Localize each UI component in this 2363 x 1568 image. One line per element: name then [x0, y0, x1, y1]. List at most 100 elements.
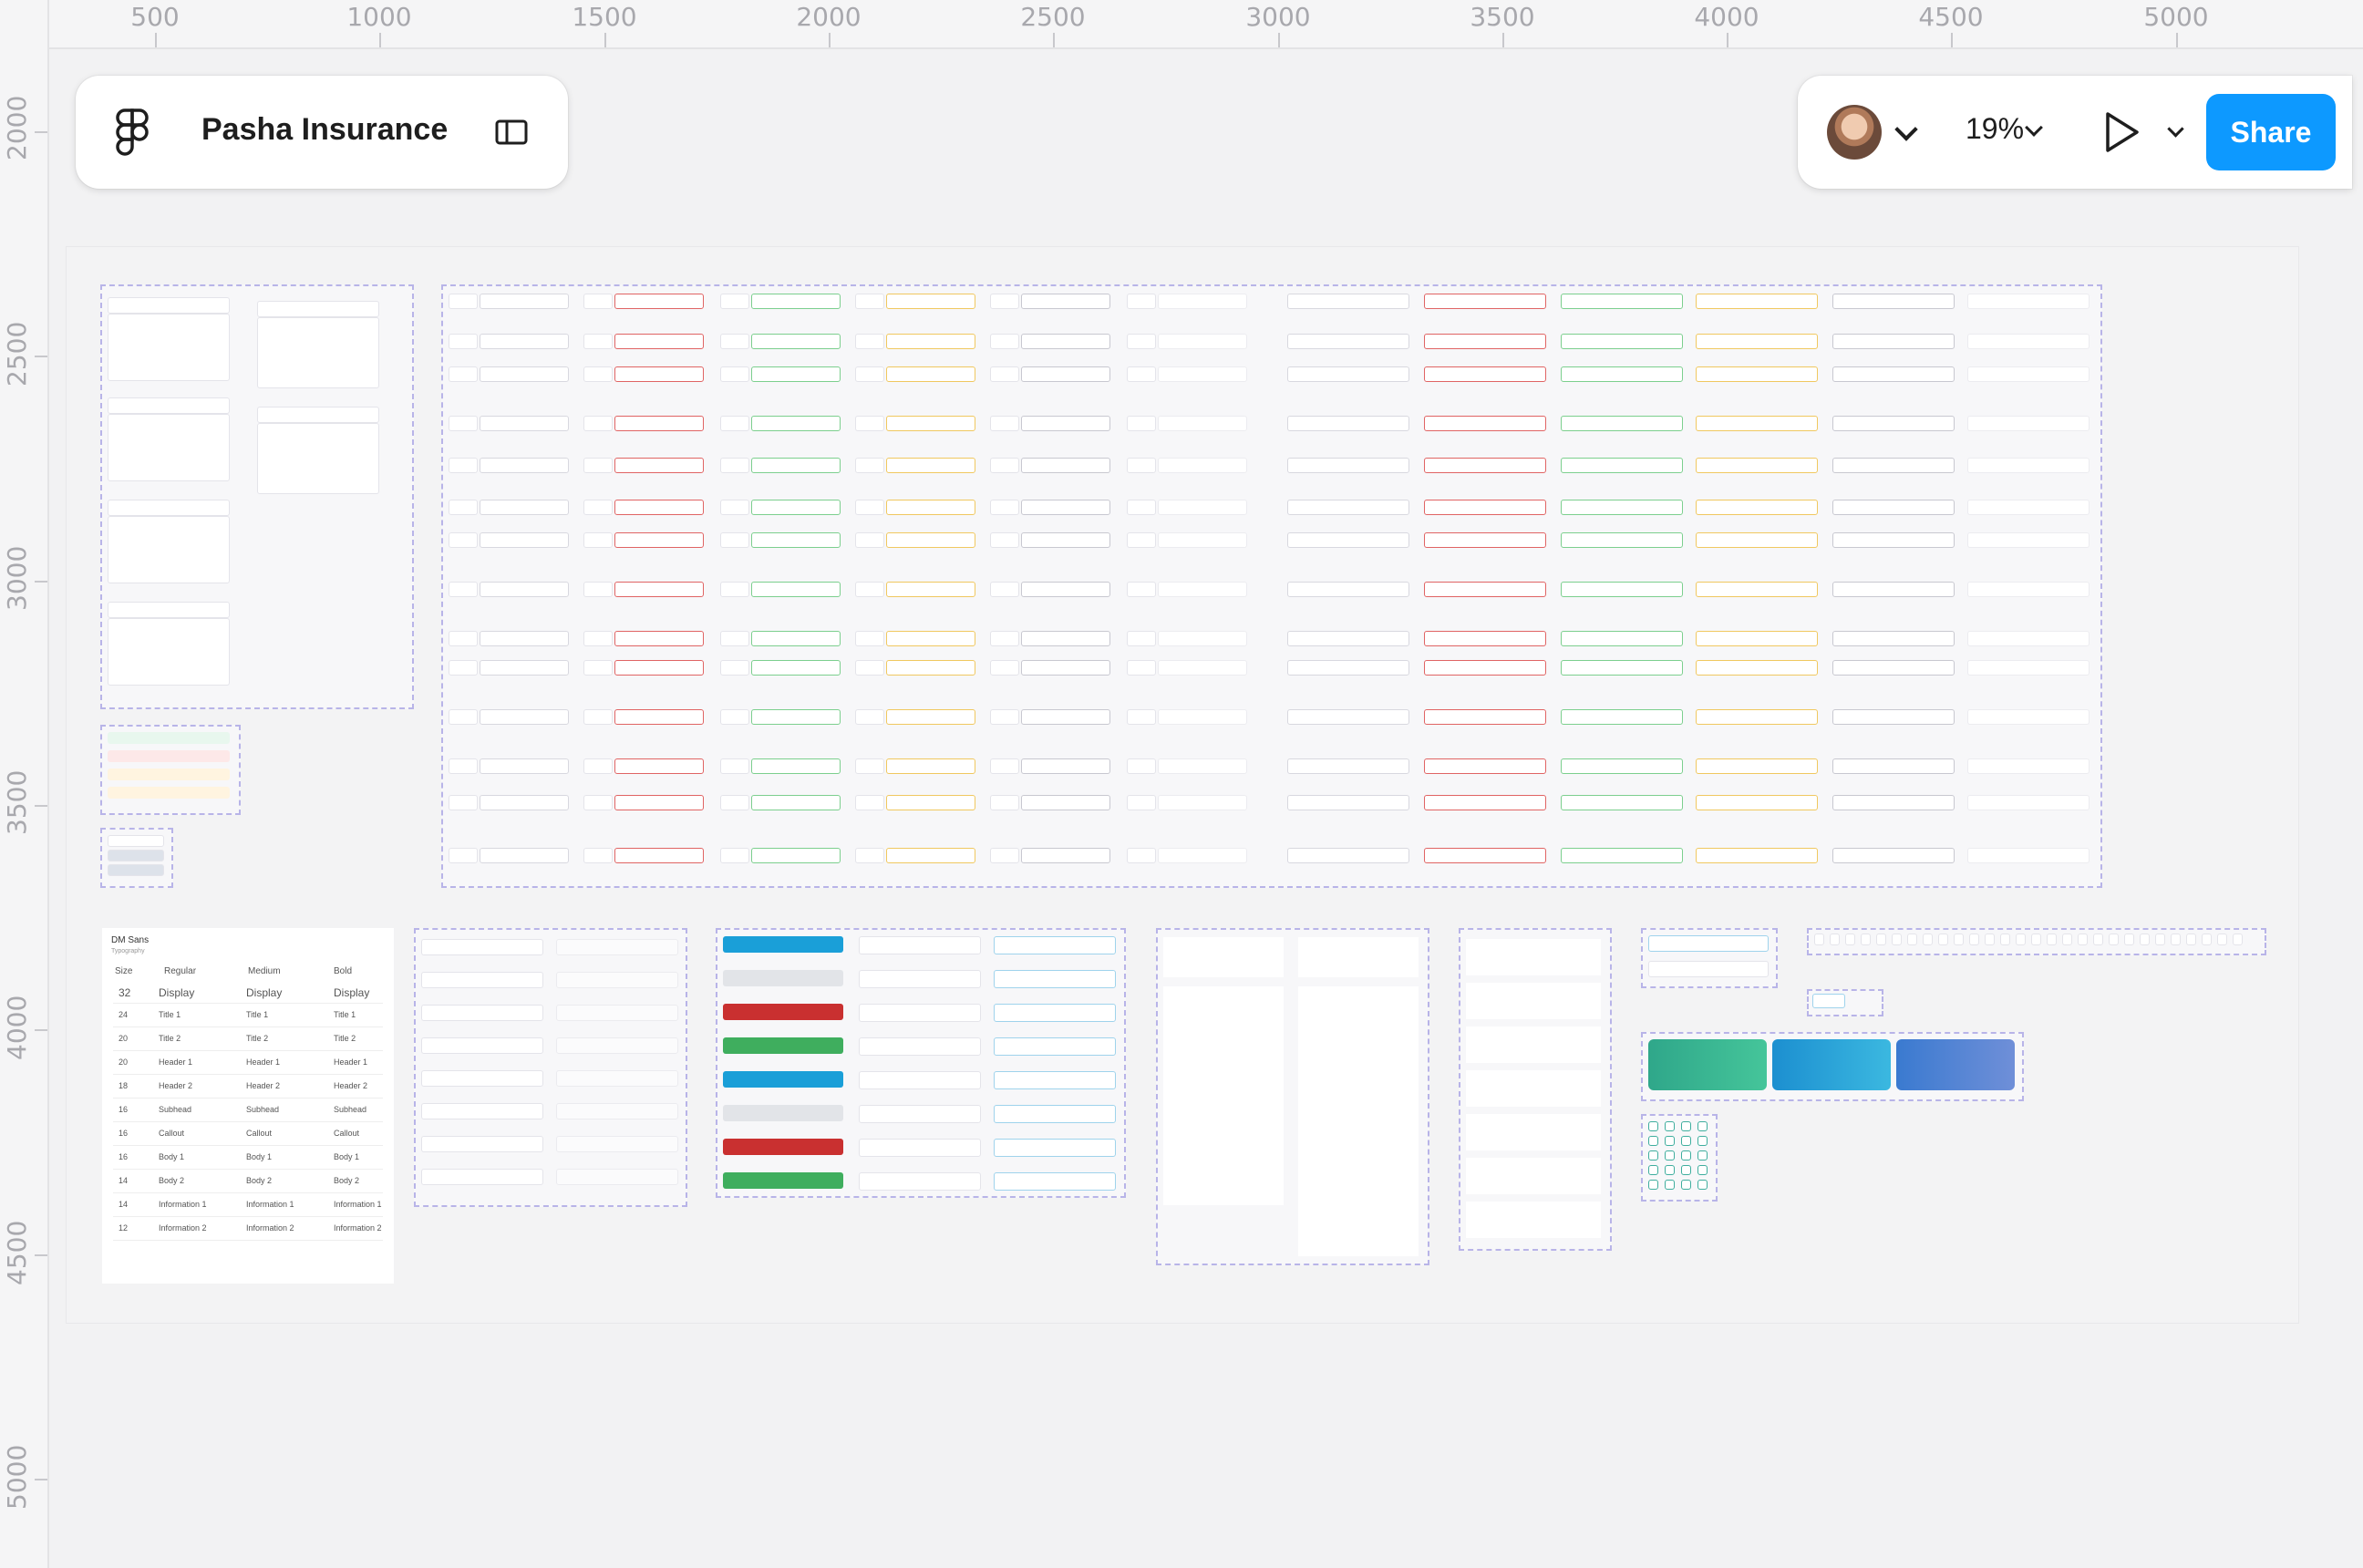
- input-field[interactable]: [1287, 532, 1409, 548]
- input-field[interactable]: [1561, 631, 1683, 646]
- input-prefix[interactable]: [720, 334, 749, 349]
- input-field[interactable]: [614, 795, 704, 810]
- input-field[interactable]: [886, 795, 975, 810]
- input-field[interactable]: [1021, 631, 1110, 646]
- input-field[interactable]: [1696, 758, 1818, 774]
- input-prefix[interactable]: [990, 532, 1019, 548]
- input-field[interactable]: [614, 500, 704, 515]
- input-field[interactable]: [480, 334, 569, 349]
- input-prefix[interactable]: [855, 660, 884, 676]
- input-prefix[interactable]: [1127, 660, 1156, 676]
- input-prefix[interactable]: [449, 709, 478, 725]
- input-prefix[interactable]: [1127, 582, 1156, 597]
- input-prefix[interactable]: [1127, 334, 1156, 349]
- option-row[interactable]: [421, 1169, 543, 1185]
- option-row[interactable]: [556, 1136, 678, 1152]
- secondary-button[interactable]: [859, 936, 981, 954]
- input-field[interactable]: [1832, 795, 1955, 810]
- input-prefix[interactable]: [583, 366, 613, 382]
- dropdown-select[interactable]: [108, 602, 230, 618]
- chevron-down-icon[interactable]: [2025, 119, 2043, 137]
- info-card[interactable]: [1163, 937, 1284, 977]
- input-field[interactable]: [1424, 709, 1546, 725]
- input-prefix[interactable]: [449, 416, 478, 431]
- input-prefix[interactable]: [990, 334, 1019, 349]
- input-prefix[interactable]: [720, 795, 749, 810]
- input-field[interactable]: [1696, 416, 1818, 431]
- input-field[interactable]: [1287, 334, 1409, 349]
- chevron-down-icon[interactable]: [2167, 120, 2184, 138]
- dropdown-select[interactable]: [108, 297, 230, 314]
- input-field[interactable]: [751, 334, 841, 349]
- input-field[interactable]: [614, 334, 704, 349]
- input-field[interactable]: [1696, 709, 1818, 725]
- input-prefix[interactable]: [990, 795, 1019, 810]
- input-field[interactable]: [1561, 758, 1683, 774]
- input-prefix[interactable]: [990, 500, 1019, 515]
- input-prefix[interactable]: [990, 631, 1019, 646]
- outline-button[interactable]: [994, 1071, 1116, 1089]
- input-field[interactable]: [1287, 660, 1409, 676]
- input-field[interactable]: [1967, 500, 2090, 515]
- input-field[interactable]: [1158, 458, 1247, 473]
- outline-button[interactable]: [994, 1004, 1116, 1022]
- secondary-button[interactable]: [859, 1037, 981, 1056]
- input-prefix[interactable]: [855, 631, 884, 646]
- input-prefix[interactable]: [720, 660, 749, 676]
- input-field[interactable]: [1696, 500, 1818, 515]
- input-field[interactable]: [1832, 294, 1955, 309]
- dropdown-select[interactable]: [108, 500, 230, 516]
- primary-button[interactable]: [723, 1037, 843, 1054]
- option-row[interactable]: [421, 1103, 543, 1119]
- primary-button[interactable]: [723, 1139, 843, 1155]
- input-field[interactable]: [751, 458, 841, 473]
- primary-button[interactable]: [723, 1105, 843, 1121]
- input-prefix[interactable]: [583, 294, 613, 309]
- primary-button[interactable]: [723, 1004, 843, 1020]
- input-field[interactable]: [1021, 416, 1110, 431]
- input-field[interactable]: [1424, 660, 1546, 676]
- input-prefix[interactable]: [1127, 294, 1156, 309]
- input-field[interactable]: [1696, 532, 1818, 548]
- input-field[interactable]: [480, 660, 569, 676]
- input-prefix[interactable]: [990, 660, 1019, 676]
- input-field[interactable]: [1021, 848, 1110, 863]
- option-row[interactable]: [556, 972, 678, 988]
- input-field[interactable]: [751, 758, 841, 774]
- input-field[interactable]: [751, 582, 841, 597]
- user-avatar[interactable]: [1827, 105, 1882, 160]
- option-row[interactable]: [421, 1136, 543, 1152]
- input-prefix[interactable]: [855, 758, 884, 774]
- input-prefix[interactable]: [855, 458, 884, 473]
- policy-card[interactable]: [1648, 1039, 1767, 1090]
- input-field[interactable]: [1967, 334, 2090, 349]
- input-field[interactable]: [1287, 582, 1409, 597]
- input-prefix[interactable]: [990, 582, 1019, 597]
- secondary-button[interactable]: [859, 970, 981, 988]
- input-field[interactable]: [1021, 294, 1110, 309]
- input-field[interactable]: [1967, 709, 2090, 725]
- input-field[interactable]: [480, 366, 569, 382]
- input-field[interactable]: [1561, 500, 1683, 515]
- input-field[interactable]: [1021, 458, 1110, 473]
- input-prefix[interactable]: [583, 334, 613, 349]
- option-row[interactable]: [556, 1103, 678, 1119]
- input-field[interactable]: [1696, 795, 1818, 810]
- selection-controls-frame[interactable]: [414, 928, 687, 1207]
- input-field[interactable]: [886, 758, 975, 774]
- input-prefix[interactable]: [1127, 532, 1156, 548]
- input-prefix[interactable]: [855, 582, 884, 597]
- input-field[interactable]: [1287, 758, 1409, 774]
- input-field[interactable]: [1021, 334, 1110, 349]
- input-prefix[interactable]: [583, 582, 613, 597]
- input-prefix[interactable]: [855, 848, 884, 863]
- input-prefix[interactable]: [720, 582, 749, 597]
- input-prefix[interactable]: [1127, 795, 1156, 810]
- primary-button[interactable]: [723, 1071, 843, 1088]
- input-field[interactable]: [1561, 709, 1683, 725]
- input-field[interactable]: [1561, 582, 1683, 597]
- input-field[interactable]: [751, 709, 841, 725]
- secondary-button[interactable]: [859, 1004, 981, 1022]
- input-field[interactable]: [1561, 334, 1683, 349]
- input-field[interactable]: [614, 582, 704, 597]
